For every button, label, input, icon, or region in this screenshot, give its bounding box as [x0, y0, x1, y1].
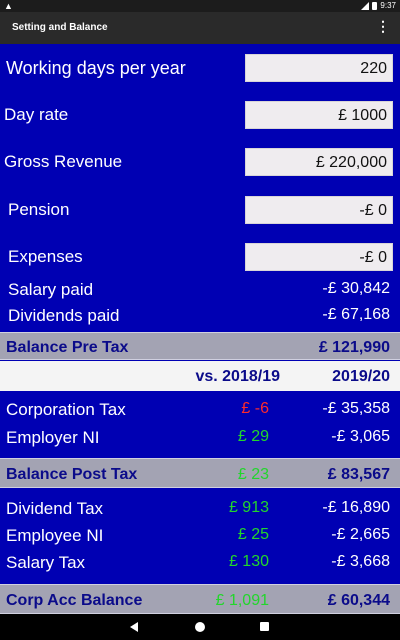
- balance-pre-tax-row: Balance Pre Tax £ 121,990: [0, 332, 400, 360]
- corp-acc-balance-diff: £ 1,091: [215, 592, 269, 609]
- balance-post-tax-label: Balance Post Tax: [6, 466, 138, 483]
- expenses-field[interactable]: -£ 0: [245, 243, 393, 271]
- comparison-vs-label: vs. 2018/19: [195, 368, 280, 385]
- dividend-tax-value: -£ 16,890: [322, 499, 390, 516]
- app-bar: Setting and Balance ⋮: [0, 12, 400, 44]
- corporation-tax-label: Corporation Tax: [6, 400, 126, 419]
- salary-paid-label: Salary paid: [8, 280, 94, 299]
- dividends-paid-label: Dividends paid: [8, 306, 120, 325]
- corp-acc-balance-value: £ 60,344: [327, 592, 390, 609]
- corp-acc-balance-row: Corp Acc Balance £ 1,091 £ 60,344: [0, 584, 400, 614]
- balance-post-tax-diff: £ 23: [237, 466, 269, 483]
- corp-acc-balance-label: Corp Acc Balance: [6, 592, 143, 609]
- day-rate-label: Day rate: [4, 105, 69, 124]
- navigation-bar: [0, 614, 400, 640]
- gross-revenue-label: Gross Revenue: [4, 152, 123, 171]
- gross-revenue-field[interactable]: £ 220,000: [245, 148, 393, 176]
- salary-tax-diff: £ 130: [228, 553, 269, 570]
- balance-pre-tax-value: £ 121,990: [318, 339, 390, 356]
- status-bar: ▲ 9:37: [0, 0, 400, 12]
- expenses-label: Expenses: [8, 247, 83, 266]
- working-days-field[interactable]: 220: [245, 54, 393, 82]
- employer-ni-label: Employer NI: [6, 428, 100, 447]
- salary-tax-label: Salary Tax: [6, 553, 86, 572]
- pension-label: Pension: [8, 200, 70, 219]
- employee-ni-diff: £ 25: [237, 526, 269, 543]
- balance-pre-tax-label: Balance Pre Tax: [6, 339, 129, 356]
- dividend-tax-label: Dividend Tax: [6, 499, 104, 518]
- dividend-tax-diff: £ 913: [228, 499, 269, 516]
- app-title: Setting and Balance: [12, 22, 108, 33]
- comparison-header: vs. 2018/19 2019/20: [0, 361, 400, 391]
- status-icons: 9:37: [361, 1, 396, 10]
- salary-tax-value: -£ 3,668: [331, 553, 390, 570]
- working-days-label: Working days per year: [6, 58, 186, 78]
- corporation-tax-diff: £ -6: [241, 400, 269, 417]
- battery-icon: [372, 1, 378, 10]
- signal-icon: [361, 1, 370, 10]
- corporation-tax-value: -£ 35,358: [322, 400, 390, 417]
- pension-field[interactable]: -£ 0: [245, 196, 393, 224]
- warning-icon: ▲: [4, 1, 13, 11]
- back-icon[interactable]: [130, 622, 138, 632]
- employee-ni-label: Employee NI: [6, 526, 104, 545]
- overflow-menu-icon[interactable]: ⋮: [376, 19, 390, 33]
- status-time: 9:37: [380, 1, 396, 10]
- salary-paid-value: -£ 30,842: [322, 280, 390, 297]
- employee-ni-value: -£ 2,665: [331, 526, 390, 543]
- balance-post-tax-row: Balance Post Tax £ 23 £ 83,567: [0, 458, 400, 488]
- recent-apps-icon[interactable]: [260, 622, 269, 631]
- comparison-year-label: 2019/20: [332, 368, 390, 385]
- home-icon[interactable]: [195, 622, 205, 632]
- employer-ni-diff: £ 29: [237, 428, 269, 445]
- employer-ni-value: -£ 3,065: [331, 428, 390, 445]
- day-rate-field[interactable]: £ 1000: [245, 101, 393, 129]
- dividends-paid-value: -£ 67,168: [322, 306, 390, 323]
- balance-post-tax-value: £ 83,567: [327, 466, 390, 483]
